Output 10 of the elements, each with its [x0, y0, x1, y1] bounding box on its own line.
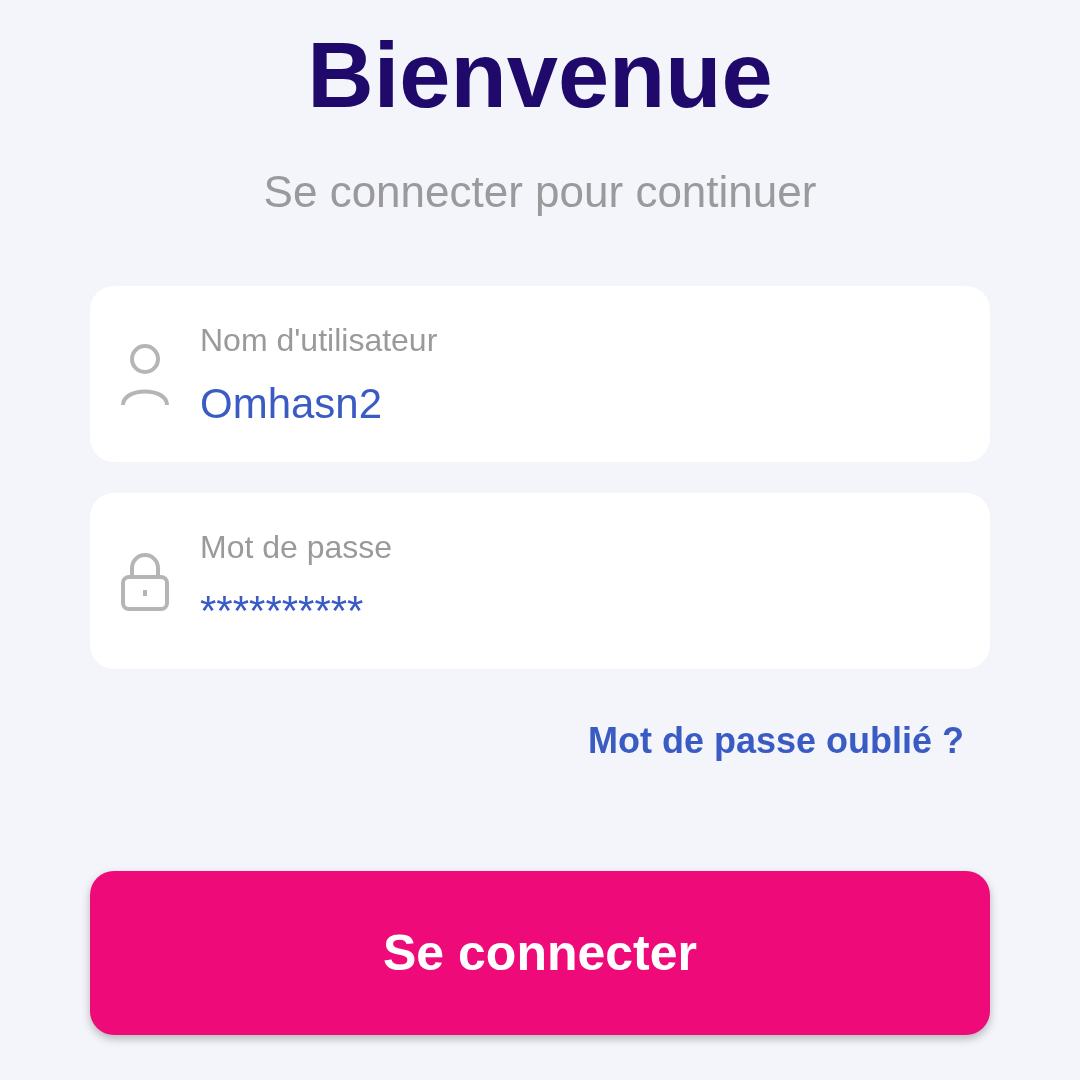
subtitle: Se connecter pour continuer: [263, 166, 817, 218]
username-field[interactable]: Omhasn2: [200, 380, 960, 428]
password-field[interactable]: **********: [200, 587, 960, 635]
field-label: Mot de passe: [200, 528, 394, 567]
lock-icon: [120, 551, 170, 611]
user-icon: [120, 341, 170, 407]
field-label: Nom d'utilisateur: [200, 321, 439, 360]
forgot-password-link[interactable]: Mot de passe oublié ?: [587, 719, 964, 763]
login-button[interactable]: Se connecter: [90, 871, 990, 1035]
welcome-title: Bienvenue: [307, 23, 773, 128]
